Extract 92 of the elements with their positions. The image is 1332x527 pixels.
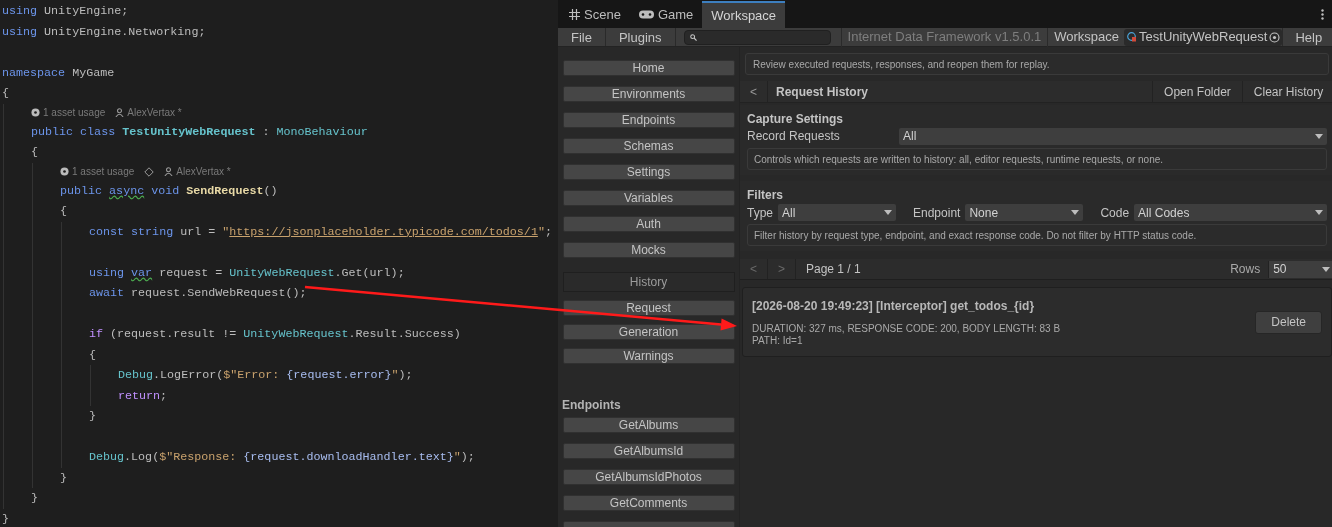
filter-dropdown[interactable]: All xyxy=(778,204,896,221)
filter-dropdown[interactable]: All Codes xyxy=(1134,204,1328,221)
back-button[interactable]: < xyxy=(740,81,768,102)
field-label: Record Requests xyxy=(747,128,841,145)
search-icon xyxy=(689,33,697,41)
code-line: { xyxy=(89,346,96,364)
editor-tab[interactable]: Game xyxy=(629,1,703,28)
entry-detail: PATH: Id=1 xyxy=(752,335,804,347)
code-line: } xyxy=(60,469,67,487)
gamepad-icon xyxy=(638,10,654,19)
dropdown-caret-icon xyxy=(1315,133,1324,139)
page-indicator: Page 1 / 1 xyxy=(806,261,861,278)
more-options-icon[interactable] xyxy=(1321,9,1325,20)
sidebar-button[interactable]: Schemas xyxy=(562,138,735,154)
history-entry-card[interactable]: [2026-08-20 19:49:23] [Interceptor] get_todos_{id} DURATION: 327 ms, RESPONSE CODE: 200, BODY LENGTH: 83 B PATH: Id=1 Delete xyxy=(742,287,1332,357)
rows-dropdown[interactable]: 50 xyxy=(1268,260,1332,278)
entry-detail: DURATION: 327 ms, RESPONSE CODE: 200, BODY LENGTH: 83 B xyxy=(752,323,1062,335)
menu-button[interactable]: Plugins xyxy=(605,28,676,46)
target-icon[interactable] xyxy=(1269,31,1281,43)
code-line: await request.SendWebRequest(); xyxy=(89,285,307,302)
endpoints-heading: Endpoints xyxy=(562,397,621,414)
header-action-button[interactable]: Clear History xyxy=(1241,81,1332,102)
usage-hint[interactable]: 1 asset usage xyxy=(43,105,106,120)
help-box: Filter history by request type, endpoint, and exact response code. Do not filter by HTTP status code. xyxy=(747,224,1328,246)
code-line: const string url = "https://jsonplaceholder.typicode.com/todos/1"; xyxy=(89,223,552,241)
endpoint-button[interactable]: GetAlbumsId xyxy=(562,443,735,459)
code-line: public async void SendRequest() xyxy=(60,182,278,200)
filter-dropdown[interactable]: None xyxy=(965,204,1084,221)
diamond-icon[interactable] xyxy=(144,166,155,177)
description-box: Review executed requests, responses, and reopen them for replay. xyxy=(745,53,1330,75)
code-line: } xyxy=(31,490,38,507)
script-icon xyxy=(1127,32,1138,42)
usage-hint[interactable]: 1 asset usage xyxy=(72,164,135,179)
editor-tab[interactable]: Scene xyxy=(560,1,630,28)
endpoint-button[interactable]: GetComments xyxy=(562,495,735,511)
filter-label: Endpoint xyxy=(913,204,961,222)
grid-icon xyxy=(569,9,580,20)
author-hint[interactable]: AlexVertax * xyxy=(127,105,182,120)
code-line: public class TestUnityWebRequest : MonoBehaviour xyxy=(31,123,368,141)
code-line: using UnityEngine.Networking; xyxy=(2,23,206,41)
dropdown-caret-icon xyxy=(884,210,892,215)
sidebar-button[interactable]: Endpoints xyxy=(562,112,735,128)
framework-title: Internet Data Framework v1.5.0.1 xyxy=(840,27,1049,47)
endpoint-button[interactable]: GetAlbums xyxy=(562,417,735,433)
code-line: Debug.Log($"Response: {request.downloadHandler.text}"); xyxy=(89,449,475,466)
sidebar-button[interactable]: Generation xyxy=(562,324,735,340)
endpoint-button[interactable]: GetAlbumsIdPhotos xyxy=(562,469,735,485)
header-action-button[interactable]: Open Folder xyxy=(1152,81,1242,102)
unity-icon xyxy=(60,167,69,176)
sidebar-button[interactable]: Settings xyxy=(562,164,735,180)
record-requests-dropdown[interactable]: All xyxy=(899,127,1328,145)
code-line: } xyxy=(2,510,9,527)
workspace-label: Workspace xyxy=(1054,28,1120,47)
help-button[interactable]: Help xyxy=(1282,28,1332,46)
code-line: return; xyxy=(118,387,168,405)
sidebar-button[interactable]: Variables xyxy=(562,190,735,206)
help-box: Controls which requests are written to history: all, editor requests, runtime requests, or none. xyxy=(747,148,1328,170)
section-title: Filters xyxy=(747,187,784,203)
code-line: using UnityEngine; xyxy=(2,3,129,20)
code-line: namespace MyGame xyxy=(2,64,115,82)
sidebar-button[interactable]: Auth xyxy=(562,216,735,232)
dropdown-caret-icon xyxy=(1322,266,1331,272)
panel-title: Request History xyxy=(776,83,869,101)
code-line: { xyxy=(2,85,9,102)
unity-icon xyxy=(31,108,40,117)
sidebar-button[interactable]: Warnings xyxy=(562,348,735,364)
sidebar-button[interactable]: Environments xyxy=(562,86,735,102)
workspace-object-field[interactable]: TestUnityWebRequest xyxy=(1124,28,1283,46)
sidebar-button[interactable]: Home xyxy=(562,60,735,76)
code-line: { xyxy=(31,144,38,161)
section-title: Capture Settings xyxy=(747,111,844,127)
code-line: if (request.result != UnityWebRequest.Result.Success) xyxy=(89,326,461,343)
dropdown-caret-icon xyxy=(1315,210,1324,215)
delete-button[interactable]: Delete xyxy=(1255,310,1323,334)
menu-button[interactable]: File xyxy=(558,28,606,46)
code-line: } xyxy=(89,408,96,425)
code-line: { xyxy=(60,203,67,220)
person-icon xyxy=(115,108,125,117)
author-hint[interactable]: AlexVertax * xyxy=(176,164,231,179)
entry-title: [2026-08-20 19:49:23] [Interceptor] get_todos_{id} xyxy=(752,298,1036,315)
sidebar-button[interactable]: Request xyxy=(562,300,735,316)
rows-label: Rows xyxy=(1230,261,1261,278)
sidebar-button[interactable]: Mocks xyxy=(562,242,735,258)
sidebar-button[interactable]: History xyxy=(562,272,735,292)
filter-label: Type xyxy=(747,204,773,222)
person-icon xyxy=(164,167,174,176)
editor-tab[interactable]: Workspace xyxy=(702,1,786,28)
search-field[interactable] xyxy=(683,29,831,45)
code-line: Debug.LogError($"Error: {request.error}"); xyxy=(118,367,413,384)
filter-label: Code xyxy=(1100,204,1130,222)
code-line: using var request = UnityWebRequest.Get(url); xyxy=(89,264,405,282)
dropdown-caret-icon xyxy=(1071,210,1080,215)
